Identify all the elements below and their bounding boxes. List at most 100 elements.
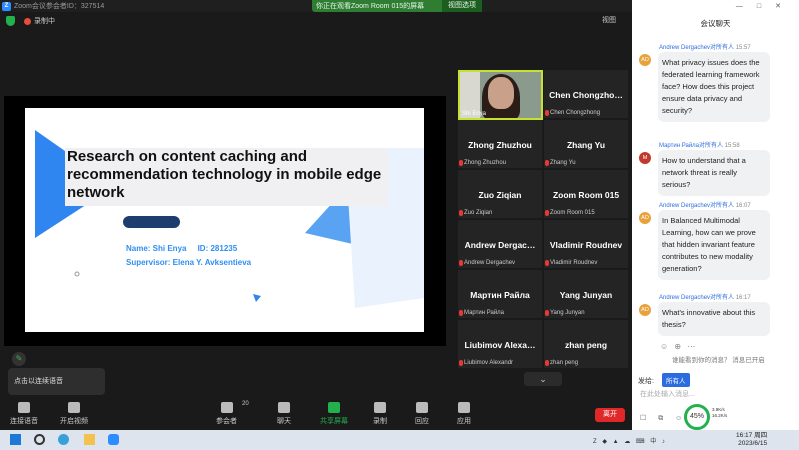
participant-label: Andrew Dergachev bbox=[464, 260, 516, 266]
participant-label: Liubimov Alexandr bbox=[464, 360, 514, 366]
chat-message: Andrew Dergachev对所有人 15:57 AD What privacy… bbox=[632, 42, 799, 146]
muted-mic-icon bbox=[545, 310, 549, 316]
message-time: 15:58 bbox=[724, 143, 740, 149]
heart-icon bbox=[416, 402, 428, 413]
apps-label: 应用 bbox=[457, 418, 471, 425]
muted-mic-icon bbox=[545, 160, 549, 166]
system-tray[interactable]: Z ◆ ▲ ☁ ⌨ 中 ♪ bbox=[593, 436, 667, 445]
participant-tile[interactable]: Chen Chongzho… Chen Chongzhong bbox=[544, 70, 628, 118]
gallery-scroll-down-button[interactable]: ⌄ bbox=[524, 372, 562, 386]
taskbar-clock[interactable]: 16:17 周四 2023/6/15 bbox=[736, 432, 767, 448]
slide-decoration bbox=[35, 130, 424, 308]
reaction-icons[interactable]: ☺ ⊕ ⋯ bbox=[660, 342, 697, 351]
view-button[interactable]: 视图 bbox=[602, 15, 616, 25]
clock-time: 16:17 周四 bbox=[736, 432, 768, 439]
participant-label: Zuo Ziqian bbox=[464, 210, 493, 216]
participant-label: Vladimir Roudnev bbox=[550, 260, 598, 266]
message-sender: Andrew Dergachev对所有人 15:57 bbox=[659, 42, 751, 51]
muted-mic-icon bbox=[459, 260, 463, 266]
shared-screen: Research on content caching and recommen… bbox=[4, 96, 446, 346]
apps-button[interactable]: 应用 bbox=[457, 402, 471, 426]
view-options-button[interactable]: 视图选项 bbox=[442, 0, 482, 12]
chat-label: 聊天 bbox=[277, 418, 291, 425]
message-time: 16:17 bbox=[735, 295, 751, 301]
security-shield-icon[interactable] bbox=[6, 16, 15, 26]
message-bubble: In Balanced Multimodal Learning, how can… bbox=[658, 210, 770, 280]
message-bubble: What privacy issues does the federated l… bbox=[658, 52, 770, 122]
share-screen-button[interactable]: 共享屏幕 bbox=[320, 402, 348, 426]
avatar: AD bbox=[639, 212, 651, 224]
slide-small-triangle bbox=[253, 294, 261, 302]
network-indicator[interactable]: 45% bbox=[684, 404, 710, 430]
zoom-app-icon[interactable] bbox=[108, 434, 119, 445]
participant-tile[interactable]: Yang Junyan Yang Junyan bbox=[544, 270, 628, 318]
message-sender: Andrew Dergachev对所有人 16:07 bbox=[659, 200, 751, 209]
participant-name: Zhong Zhuzhou bbox=[468, 140, 532, 150]
participant-label: Zoom Room 015 bbox=[550, 210, 595, 216]
chat-input[interactable]: 在此处输入消息... bbox=[640, 389, 695, 399]
record-icon bbox=[374, 402, 386, 413]
message-bubble: What's innovative about this thesis? bbox=[658, 302, 770, 336]
muted-mic-icon bbox=[459, 310, 463, 316]
search-icon[interactable] bbox=[34, 434, 45, 445]
participant-tile[interactable]: Vladimir Roudnev Vladimir Roudnev bbox=[544, 220, 628, 268]
annotate-pen-icon[interactable]: ✎ bbox=[12, 352, 26, 366]
audio-button[interactable]: 连接语音 bbox=[10, 402, 38, 426]
participant-tile[interactable]: Zhang Yu Zhang Yu bbox=[544, 120, 628, 168]
slide-supervisor-line: Supervisor: Elena Y. Avksentieva bbox=[126, 258, 252, 267]
avatar: AD bbox=[639, 54, 651, 66]
chat-message: Мартин Райла对所有人 15:58 M How to understand… bbox=[632, 140, 799, 204]
participant-tile[interactable]: Liubimov Alexa… Liubimov Alexandr bbox=[458, 320, 542, 368]
participant-name: Zoom Room 015 bbox=[552, 190, 620, 200]
avatar: AD bbox=[639, 304, 651, 316]
participant-label: Chen Chongzhong bbox=[550, 110, 601, 116]
participant-tile[interactable]: Мартин Райла Мартин Райла bbox=[458, 270, 542, 318]
chat-button[interactable]: 聊天 bbox=[277, 402, 291, 426]
participant-name: Zuo Ziqian bbox=[478, 190, 522, 200]
participants-button[interactable]: 20 参会者 bbox=[216, 401, 249, 426]
message-time: 15:57 bbox=[735, 45, 751, 51]
zoom-logo-icon: Z bbox=[2, 1, 11, 11]
share-banner-text: 你正在观看Zoom Room 015的屏幕 bbox=[316, 3, 425, 10]
chat-message: Andrew Dergachev对所有人 16:17 AD What's innov… bbox=[632, 292, 799, 342]
slide-name-line: Name: Shi Enya ID: 281235 bbox=[126, 244, 238, 253]
participant-tile[interactable]: zhan peng zhan peng bbox=[544, 320, 628, 368]
participant-tile[interactable]: Zoom Room 015 Zoom Room 015 bbox=[544, 170, 628, 218]
message-time: 16:07 bbox=[735, 203, 751, 209]
video-label: 开启视频 bbox=[60, 418, 88, 425]
participant-tile[interactable]: Andrew Dergac… Andrew Dergachev bbox=[458, 220, 542, 268]
record-label: 录制 bbox=[373, 418, 387, 425]
send-to-label: 发给: bbox=[638, 378, 654, 385]
sender-name: Мартин Райла对所有人 bbox=[659, 143, 724, 149]
muted-mic-icon bbox=[545, 260, 549, 266]
video-button[interactable]: 开启视频 bbox=[60, 402, 88, 426]
recording-dot-icon bbox=[24, 18, 31, 25]
recording-label: 录制中 bbox=[34, 18, 55, 25]
chat-privacy-note: 谁能看到你的消息？ 消息已开启 bbox=[672, 357, 765, 364]
muted-mic-icon bbox=[545, 360, 549, 366]
leave-button[interactable]: 离开 bbox=[595, 408, 625, 422]
file-explorer-icon[interactable] bbox=[84, 434, 95, 445]
participant-label: Yang Junyan bbox=[550, 310, 585, 316]
windows-start-icon[interactable] bbox=[10, 434, 21, 445]
slide-meta: Name: Shi Enya ID: 281235 Supervisor: El… bbox=[126, 242, 251, 270]
participant-name: Chen Chongzho… bbox=[549, 90, 623, 100]
slide-pill bbox=[123, 216, 180, 228]
recipient-select[interactable]: 所有人 bbox=[662, 373, 690, 387]
chat-header: 会议聊天 bbox=[700, 19, 731, 28]
participant-tile[interactable]: Zuo Ziqian Zuo Ziqian bbox=[458, 170, 542, 218]
active-speaker-tile[interactable]: Shi Enya bbox=[458, 70, 543, 120]
record-button[interactable]: 录制 bbox=[373, 402, 387, 426]
active-speaker-name: Shi Enya bbox=[462, 111, 487, 117]
window-controls[interactable]: —□✕ bbox=[736, 2, 795, 10]
chat-message: Andrew Dergachev对所有人 16:07 AD In Balanced … bbox=[632, 200, 799, 302]
chevron-down-icon: ⌄ bbox=[539, 374, 547, 384]
muted-mic-icon bbox=[459, 210, 463, 216]
chat-panel: —□✕ 会议聊天 Andrew Dergachev对所有人 15:57 AD Wha… bbox=[632, 0, 799, 430]
reactions-button[interactable]: 回应 bbox=[415, 402, 429, 426]
participants-label: 参会者 bbox=[216, 418, 237, 425]
participants-icon bbox=[220, 402, 233, 413]
participant-name: Liubimov Alexa… bbox=[464, 340, 536, 350]
edge-browser-icon[interactable] bbox=[58, 434, 69, 445]
participant-tile[interactable]: Zhong Zhuzhou Zhong Zhuzhou bbox=[458, 120, 542, 168]
